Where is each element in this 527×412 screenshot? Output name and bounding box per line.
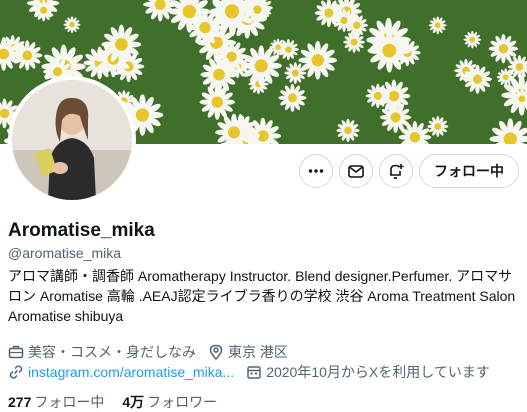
profile-meta-row-1: 美容・コスメ・身だしなみ 東京 港区	[8, 342, 300, 362]
notifications-button[interactable]	[379, 154, 413, 188]
following-count: 277	[8, 394, 32, 410]
website-link[interactable]: instagram.com/aromatise_mika...	[28, 364, 234, 380]
display-name: Aromatise_mika	[8, 220, 155, 241]
calendar-icon	[247, 366, 261, 379]
category-text: 美容・コスメ・身だしなみ	[28, 344, 196, 360]
more-icon	[308, 169, 324, 173]
followers-count: 4万	[122, 394, 145, 410]
envelope-icon	[348, 165, 364, 178]
location-text: 東京 港区	[228, 344, 288, 360]
avatar-photo	[12, 80, 132, 200]
following-stat[interactable]: 277 フォロー中	[8, 392, 104, 412]
joined-item: 2020年10月からXを利用しています	[246, 362, 490, 382]
link-icon	[9, 365, 23, 379]
profile-bio: アロマ講師・調香師 Aromatherapy Instructor. Blend…	[8, 268, 516, 324]
website-item[interactable]: instagram.com/aromatise_mika...	[8, 364, 234, 380]
briefcase-icon	[8, 345, 24, 359]
joined-text: 2020年10月からXを利用しています	[266, 364, 490, 380]
profile-actions: フォロー中	[299, 154, 519, 188]
following-label: フォロー中	[34, 394, 105, 410]
followers-stat[interactable]: 4万 フォロワー	[122, 392, 217, 412]
following-button[interactable]: フォロー中	[419, 154, 519, 188]
location-pin-icon	[209, 344, 223, 360]
bell-plus-icon	[390, 164, 404, 180]
message-button[interactable]	[339, 154, 373, 188]
location-item: 東京 港区	[208, 342, 288, 362]
avatar[interactable]	[8, 76, 136, 204]
profile-meta-row-2: instagram.com/aromatise_mika... 2020年10月…	[8, 362, 502, 382]
category-item: 美容・コスメ・身だしなみ	[8, 342, 196, 362]
follow-stats: 277 フォロー中 4万 フォロワー	[8, 392, 235, 412]
user-handle: @aromatise_mika	[8, 245, 122, 261]
followers-label: フォロワー	[147, 394, 218, 410]
more-button[interactable]	[299, 154, 333, 188]
